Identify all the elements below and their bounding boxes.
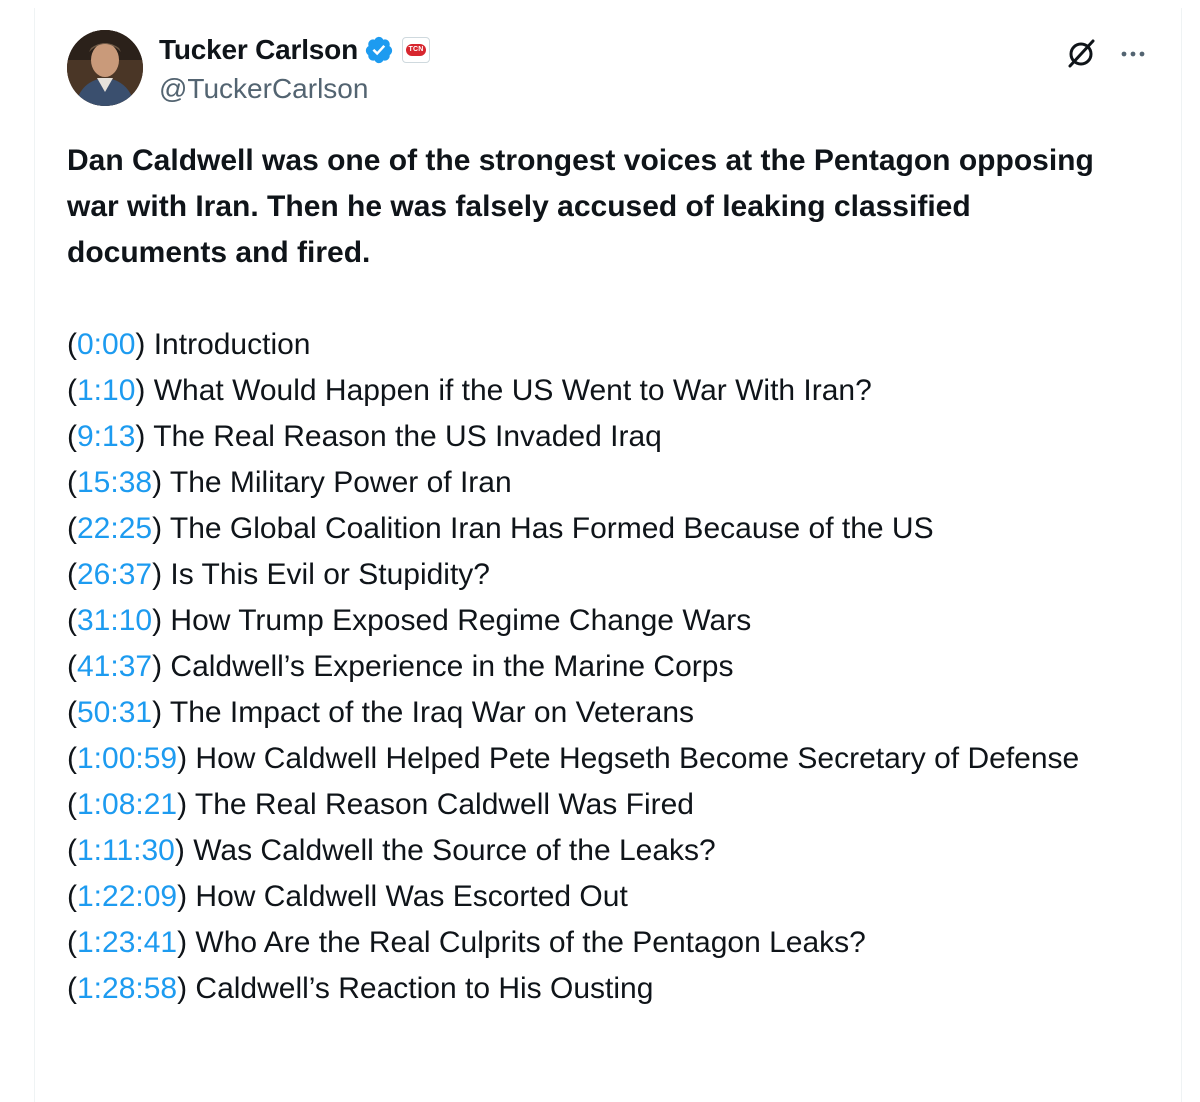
chapter-title: What Would Happen if the US Went to War …: [153, 374, 872, 407]
chapter-title: The Military Power of Iran: [169, 466, 512, 499]
author-handle[interactable]: @TuckerCarlson: [159, 72, 430, 106]
chapter-title: Caldwell’s Experience in the Marine Corp…: [170, 650, 734, 683]
chapter-title: Introduction: [153, 328, 311, 361]
chapter-item: (31:10) How Trump Exposed Regime Change …: [67, 604, 752, 637]
chapter-title: The Real Reason the US Invaded Iraq: [153, 420, 662, 453]
timestamp-link[interactable]: 1:10: [77, 374, 135, 407]
timestamp-link[interactable]: 1:00:59: [77, 742, 177, 775]
post-lead-text: Dan Caldwell was one of the strongest vo…: [67, 144, 1094, 269]
post-actions: [1063, 36, 1151, 72]
chapter-item: (1:28:58) Caldwell’s Reaction to His Ous…: [67, 972, 654, 1005]
chapter-title: Caldwell’s Reaction to His Ousting: [195, 972, 654, 1005]
chapter-item: (41:37) Caldwell’s Experience in the Mar…: [67, 650, 734, 683]
chapter-title: The Global Coalition Iran Has Formed Bec…: [169, 512, 934, 545]
chapter-item: (1:10) What Would Happen if the US Went …: [67, 374, 872, 407]
chapter-title: Is This Evil or Stupidity?: [170, 558, 490, 591]
chapter-item: (15:38) The Military Power of Iran: [67, 466, 512, 499]
chapter-item: (22:25) The Global Coalition Iran Has Fo…: [67, 512, 934, 545]
chapter-title: The Impact of the Iraq War on Veterans: [169, 696, 695, 729]
affiliate-badge[interactable]: TCN: [401, 37, 430, 63]
chapter-item: (0:00) Introduction: [67, 328, 311, 361]
chapter-item: (9:13) The Real Reason the US Invaded Ir…: [67, 420, 662, 453]
timestamp-link[interactable]: 41:37: [77, 650, 152, 683]
post-body: Dan Caldwell was one of the strongest vo…: [67, 138, 1127, 1012]
chapter-item: (50:31) The Impact of the Iraq War on Ve…: [67, 696, 695, 729]
author-identity: Tucker Carlson TCN @TuckerCarlson: [159, 32, 430, 106]
avatar[interactable]: [67, 30, 143, 106]
timestamp-link[interactable]: 9:13: [77, 420, 135, 453]
timestamp-link[interactable]: 50:31: [77, 696, 152, 729]
post-header: Tucker Carlson TCN @TuckerCarlson: [67, 30, 1151, 110]
chapter-title: Who Are the Real Culprits of the Pentago…: [195, 926, 866, 959]
chapter-item: (26:37) Is This Evil or Stupidity?: [67, 558, 490, 591]
chapter-title: How Trump Exposed Regime Change Wars: [170, 604, 752, 637]
timestamp-link[interactable]: 26:37: [77, 558, 152, 591]
timestamp-link[interactable]: 31:10: [77, 604, 152, 637]
more-icon[interactable]: [1115, 36, 1151, 72]
verified-badge-icon: [365, 36, 393, 64]
name-row: Tucker Carlson TCN: [159, 32, 430, 68]
chapter-title: How Caldwell Helped Pete Hegseth Become …: [195, 742, 1080, 775]
chapter-title: The Real Reason Caldwell Was Fired: [194, 788, 694, 821]
timestamp-link[interactable]: 1:22:09: [77, 880, 177, 913]
timestamp-link[interactable]: 1:28:58: [77, 972, 177, 1005]
timestamp-link[interactable]: 1:11:30: [77, 834, 175, 867]
chapter-title: How Caldwell Was Escorted Out: [195, 880, 628, 913]
chapter-item: (1:23:41) Who Are the Real Culprits of t…: [67, 926, 866, 959]
chapter-item: (1:00:59) How Caldwell Helped Pete Hegse…: [67, 742, 1080, 775]
chapter-item: (1:11:30) Was Caldwell the Source of the…: [67, 834, 716, 867]
timestamp-link[interactable]: 1:08:21: [77, 788, 177, 821]
timestamp-link[interactable]: 15:38: [77, 466, 152, 499]
grok-icon[interactable]: [1063, 36, 1099, 72]
timestamp-link[interactable]: 1:23:41: [77, 926, 177, 959]
timestamp-link[interactable]: 0:00: [77, 328, 135, 361]
chapter-list: (0:00) Introduction (1:10) What Would Ha…: [67, 322, 1127, 1012]
author-name[interactable]: Tucker Carlson: [159, 34, 358, 66]
chapter-title: Was Caldwell the Source of the Leaks?: [193, 834, 716, 867]
affiliate-badge-label: TCN: [405, 44, 426, 56]
timestamp-link[interactable]: 22:25: [77, 512, 152, 545]
chapter-item: (1:22:09) How Caldwell Was Escorted Out: [67, 880, 628, 913]
chapter-item: (1:08:21) The Real Reason Caldwell Was F…: [67, 788, 694, 821]
post-card: Tucker Carlson TCN @TuckerCarlson Dan Ca…: [34, 8, 1182, 1102]
